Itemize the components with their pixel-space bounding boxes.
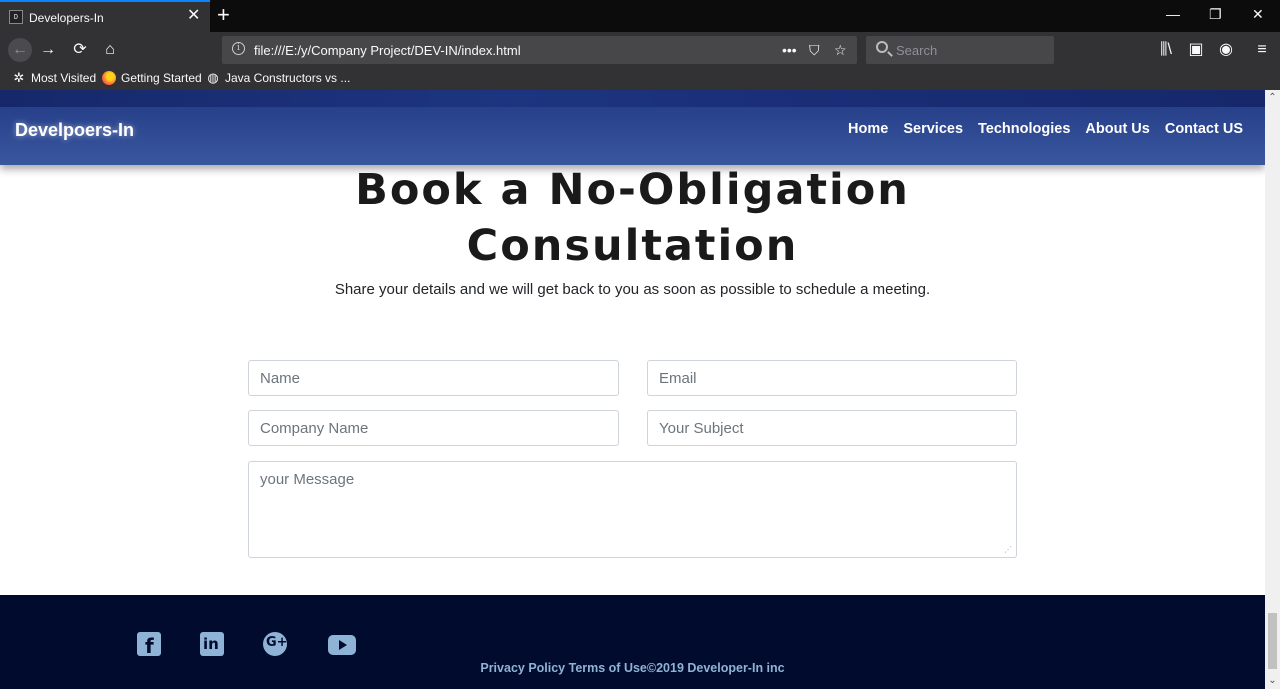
nav-home-link[interactable]: Home [848, 121, 888, 137]
bookmarks-toolbar: ✲ Most Visited Getting Started ◍ Java Co… [0, 68, 1280, 90]
sidebar-icon[interactable]: ▣ [1186, 40, 1206, 60]
search-placeholder: Search [896, 43, 938, 58]
email-field[interactable] [647, 360, 1017, 396]
search-icon [876, 41, 888, 53]
tab-close-icon[interactable]: ✕ [187, 7, 200, 25]
firefox-icon [102, 71, 116, 85]
company-name-field[interactable] [248, 410, 619, 446]
close-window-button[interactable]: ✕ [1252, 4, 1264, 24]
heading-line-1: Book a No-Obligation [355, 165, 910, 215]
nav-services-link[interactable]: Services [903, 121, 963, 137]
library-icon[interactable]: ⫼\ [1156, 40, 1176, 60]
forward-arrow-icon[interactable]: → [38, 40, 58, 60]
linkedin-icon[interactable]: in [200, 632, 224, 656]
footer-legal-text: Privacy Policy Terms of Use©2019 Develop… [480, 661, 785, 675]
heading-line-2: Consultation [466, 221, 799, 271]
search-bar[interactable]: Search [866, 36, 1054, 64]
url-text[interactable]: file:///E:/y/Company Project/DEV-IN/inde… [254, 43, 521, 58]
scroll-down-icon[interactable]: ⌄ [1265, 673, 1280, 689]
browser-toolbar: ← → ⟳ ⌂ i file:///E:/y/Company Project/D… [0, 32, 1280, 68]
tab-title: Developers-In [29, 11, 104, 25]
message-textarea[interactable] [248, 461, 1017, 558]
main-nav: Home Services Technologies About Us Cont… [848, 121, 1243, 137]
consultation-heading: Book a No-Obligation Consultation [0, 162, 1265, 274]
bookmark-label: Getting Started [121, 71, 202, 85]
nav-about-link[interactable]: About Us [1085, 121, 1149, 137]
tab-favicon-icon: D [9, 10, 23, 24]
textarea-resize-handle[interactable]: ⋰ [1004, 545, 1014, 555]
back-arrow-icon[interactable]: ← [8, 38, 32, 62]
site-header: Develpoers-In Home Services Technologies… [0, 90, 1265, 165]
account-icon[interactable]: ◉ [1216, 40, 1236, 60]
bookmark-most-visited[interactable]: ✲ Most Visited [12, 70, 97, 86]
page-scrollbar[interactable]: ⌃ ⌄ [1265, 90, 1280, 689]
nav-contact-link[interactable]: Contact US [1165, 121, 1243, 137]
minimize-button[interactable]: — [1166, 4, 1180, 24]
subject-field[interactable] [647, 410, 1017, 446]
restore-button[interactable]: ❐ [1209, 4, 1222, 24]
youtube-icon[interactable] [328, 635, 356, 655]
menu-icon[interactable]: ≡ [1252, 40, 1272, 60]
scroll-up-icon[interactable]: ⌃ [1265, 90, 1280, 106]
facebook-icon[interactable]: f [137, 632, 161, 658]
nav-technologies-link[interactable]: Technologies [978, 121, 1070, 137]
scroll-thumb[interactable] [1268, 613, 1277, 669]
bookmark-label: Java Constructors vs ... [225, 71, 351, 85]
site-footer: f in G+ Privacy Policy Terms of Use©2019… [0, 595, 1265, 689]
active-tab[interactable]: D Developers-In ✕ [0, 0, 210, 32]
bookmark-star-icon[interactable]: ☆ [834, 40, 847, 60]
brand-logo[interactable]: Develpoers-In [15, 120, 134, 141]
bookmark-label: Most Visited [31, 71, 97, 85]
name-field[interactable] [248, 360, 619, 396]
page-actions-icon[interactable]: ••• [782, 40, 797, 60]
pocket-icon[interactable]: ⛉ [809, 40, 820, 60]
page-viewport: Develpoers-In Home Services Technologies… [0, 90, 1280, 689]
tab-strip: D Developers-In ✕ + — ❐ ✕ [0, 0, 1280, 32]
gear-icon: ✲ [13, 70, 25, 85]
reload-icon[interactable]: ⟳ [70, 40, 90, 60]
google-plus-icon[interactable]: G+ [263, 632, 288, 656]
new-tab-button[interactable]: + [217, 3, 230, 27]
consultation-subtitle: Share your details and we will get back … [334, 281, 931, 298]
url-bar[interactable]: i file:///E:/y/Company Project/DEV-IN/in… [222, 36, 857, 64]
bookmark-java-constructors[interactable]: ◍ Java Constructors vs ... [206, 70, 351, 86]
home-icon[interactable]: ⌂ [100, 40, 120, 60]
bookmark-getting-started[interactable]: Getting Started [102, 71, 202, 85]
globe-icon: ◍ [207, 70, 219, 85]
info-icon[interactable]: i [232, 42, 245, 55]
